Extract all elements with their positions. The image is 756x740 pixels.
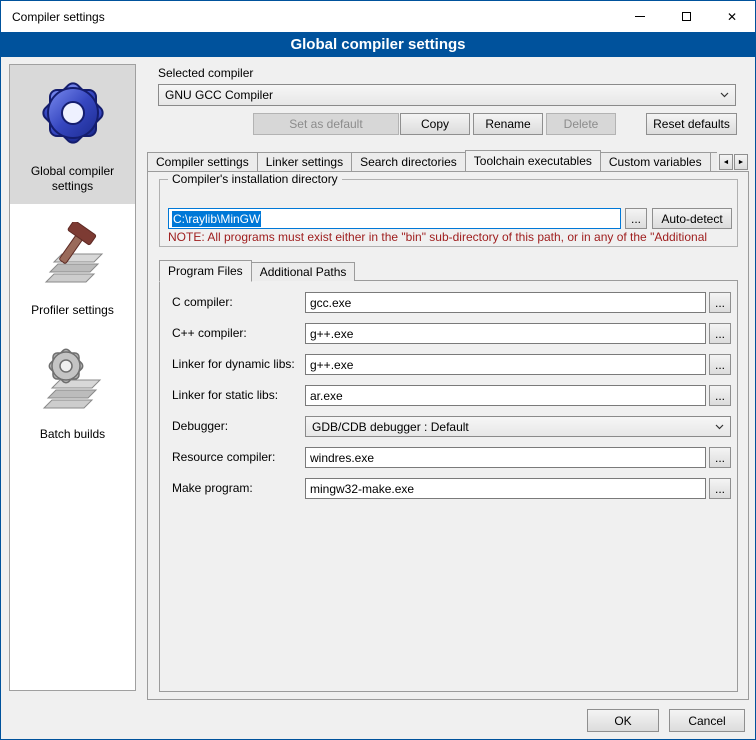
close-icon: ✕ [727,11,737,23]
cpp-compiler-label: C++ compiler: [172,326,247,340]
tab-custom-variables[interactable]: Custom variables [600,152,711,171]
linker-static-input[interactable] [305,385,706,406]
copy-button[interactable]: Copy [400,113,470,135]
cancel-button[interactable]: Cancel [669,709,745,732]
sidebar-item-label: Profiler settings [31,303,114,318]
set-as-default-button[interactable]: Set as default [253,113,399,135]
tab-scroll-right-button[interactable]: ► [734,154,748,170]
rename-button[interactable]: Rename [473,113,543,135]
sidebar-item-label: Batch builds [40,427,105,442]
minimize-icon [635,16,645,17]
dialog-header: Global compiler settings [1,32,755,57]
sidebar-item-profiler-settings[interactable]: Profiler settings [10,214,135,328]
ok-button[interactable]: OK [587,709,659,732]
auto-detect-button[interactable]: Auto-detect [652,208,732,229]
arrow-left-icon: ◄ [723,159,730,166]
reset-defaults-button[interactable]: Reset defaults [646,113,737,135]
cpp-compiler-browse-button[interactable]: ... [709,323,731,344]
installation-directory-group-title: Compiler's installation directory [168,172,342,186]
linker-dynamic-input[interactable] [305,354,706,375]
selected-compiler-label: Selected compiler [158,66,253,80]
tab-scroll-left-button[interactable]: ◄ [719,154,733,170]
tab-additional-paths[interactable]: Additional Paths [251,262,356,281]
installation-directory-value: C:\raylib\MinGW [172,211,261,227]
make-program-input[interactable] [305,478,706,499]
linker-static-browse-button[interactable]: ... [709,385,731,406]
c-compiler-browse-button[interactable]: ... [709,292,731,313]
settings-category-list: Global compiler settings Profiler settin… [9,64,136,691]
make-program-label: Make program: [172,481,253,495]
titlebar: Compiler settings ✕ [1,1,755,32]
delete-button[interactable]: Delete [546,113,616,135]
sidebar-item-global-compiler-settings[interactable]: Global compiler settings [10,65,135,204]
resource-compiler-input[interactable] [305,447,706,468]
toolchain-executables-panel: Compiler's installation directory C:\ray… [147,171,749,700]
resource-compiler-label: Resource compiler: [172,450,275,464]
tab-toolchain-executables[interactable]: Toolchain executables [465,150,601,171]
c-compiler-input[interactable] [305,292,706,313]
tab-linker-settings[interactable]: Linker settings [257,152,352,171]
close-button[interactable]: ✕ [709,1,755,32]
tab-program-files[interactable]: Program Files [159,260,252,282]
linker-static-label: Linker for static libs: [172,388,278,402]
tab-search-directories[interactable]: Search directories [351,152,466,171]
debugger-value: GDB/CDB debugger : Default [312,420,469,434]
cpp-compiler-input[interactable] [305,323,706,344]
maximize-icon [682,12,691,21]
program-files-panel: C compiler: ... C++ compiler: ... Linker… [159,280,738,692]
linker-dynamic-browse-button[interactable]: ... [709,354,731,375]
resource-compiler-browse-button[interactable]: ... [709,447,731,468]
selected-compiler-value: GNU GCC Compiler [165,88,273,102]
minimize-button[interactable] [617,1,663,32]
linker-dynamic-label: Linker for dynamic libs: [172,357,295,371]
installation-directory-browse-button[interactable]: ... [625,208,647,229]
make-program-browse-button[interactable]: ... [709,478,731,499]
tab-build-options[interactable]: Buil [710,152,717,171]
c-compiler-label: C compiler: [172,295,233,309]
chevron-down-icon [720,92,729,98]
gear-icon [33,73,113,156]
batch-builds-icon [38,346,108,419]
maximize-button[interactable] [663,1,709,32]
installation-directory-input[interactable]: C:\raylib\MinGW [168,208,621,229]
debugger-combobox[interactable]: GDB/CDB debugger : Default [305,416,731,437]
tab-compiler-settings[interactable]: Compiler settings [147,152,258,171]
settings-tab-strip: Compiler settings Linker settings Search… [147,150,717,171]
window-title: Compiler settings [1,10,105,24]
chevron-down-icon [715,424,724,430]
installation-directory-groupbox: Compiler's installation directory C:\ray… [159,179,738,247]
compiler-settings-window: Compiler settings ✕ Global compiler sett… [0,0,756,740]
arrow-right-icon: ► [738,159,745,166]
dialog-header-title: Global compiler settings [290,36,465,53]
sidebar-item-label: Global compiler settings [12,164,133,194]
debugger-label: Debugger: [172,419,228,433]
window-controls: ✕ [617,1,755,32]
installation-directory-note: NOTE: All programs must exist either in … [168,230,734,244]
program-files-tab-strip: Program Files Additional Paths [159,259,354,281]
profiler-icon [38,222,108,295]
sidebar-item-batch-builds[interactable]: Batch builds [10,338,135,452]
selected-compiler-combobox[interactable]: GNU GCC Compiler [158,84,736,106]
